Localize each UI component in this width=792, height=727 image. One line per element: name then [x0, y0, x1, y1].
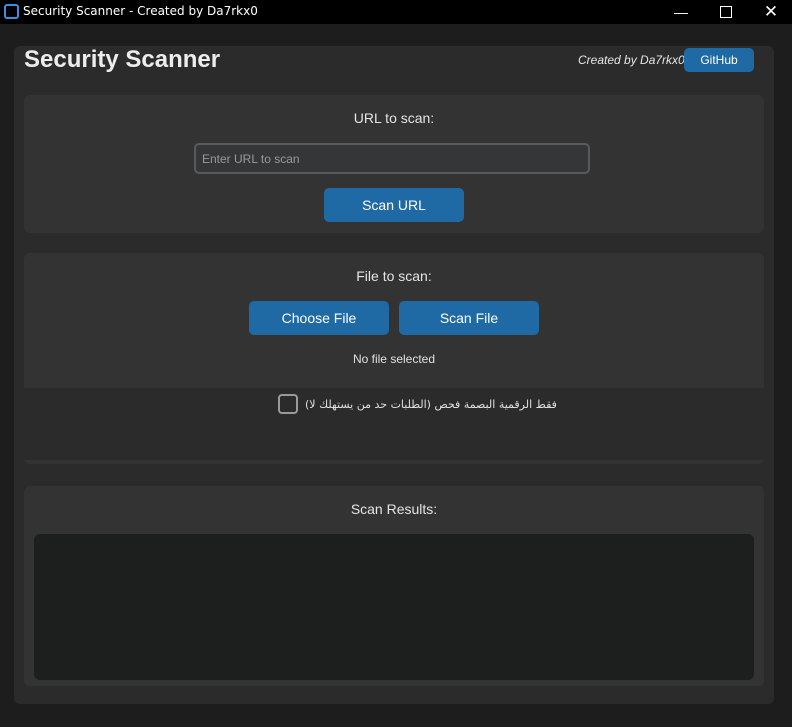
maximize-icon [720, 6, 732, 18]
scan-file-button[interactable]: Scan File [399, 301, 539, 335]
app-icon [4, 4, 19, 19]
scan-url-button[interactable]: Scan URL [324, 188, 464, 222]
results-label: Scan Results: [350, 501, 438, 517]
url-label: URL to scan: [353, 110, 435, 126]
results-textbox[interactable] [34, 534, 754, 680]
hash-only-checkbox[interactable] [278, 394, 298, 414]
file-label: File to scan: [356, 268, 432, 284]
hash-only-label[interactable]: (الطلبات حد من يستهلك لا) فقط الرقمية ال… [305, 398, 557, 411]
title-bar: Security Scanner - Created by Da7rkx0 — … [0, 0, 792, 24]
minimize-icon: — [674, 4, 688, 20]
window-title: Security Scanner - Created by Da7rkx0 [23, 4, 258, 18]
url-input[interactable] [194, 143, 590, 174]
choose-file-button[interactable]: Choose File [249, 301, 389, 335]
credit-label: Created by Da7rkx0 [578, 53, 685, 67]
github-button[interactable]: GitHub [684, 48, 754, 72]
close-button[interactable]: ✕ [748, 0, 792, 24]
minimize-button[interactable]: — [658, 0, 704, 24]
close-icon: ✕ [763, 2, 779, 21]
page-title: Security Scanner [24, 46, 221, 73]
maximize-button[interactable] [703, 0, 749, 24]
file-status: No file selected [352, 352, 436, 366]
